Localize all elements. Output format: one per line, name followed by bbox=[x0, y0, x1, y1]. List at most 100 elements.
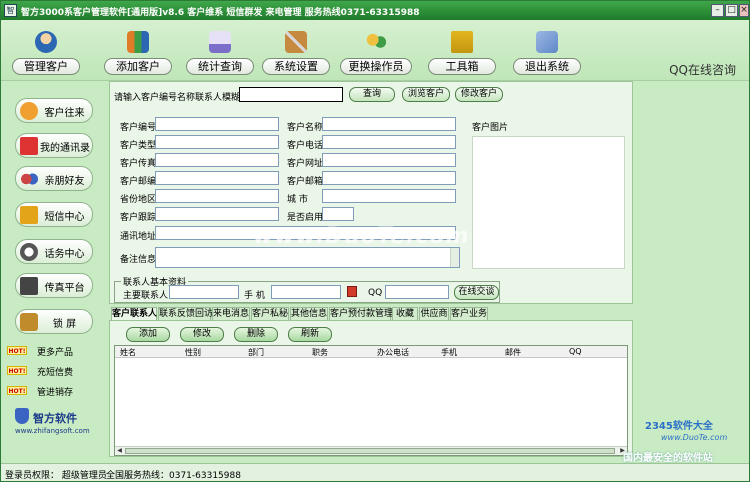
sms-icon[interactable] bbox=[347, 286, 357, 297]
mobile-field[interactable] bbox=[271, 285, 341, 299]
tab-favorites[interactable]: 收藏 bbox=[392, 307, 418, 320]
province-field[interactable] bbox=[155, 189, 279, 203]
sidebar-item-sms-center[interactable]: 短信中心 bbox=[15, 202, 93, 227]
tab-suppliers[interactable]: 供应商 bbox=[419, 307, 449, 320]
inventory-link[interactable]: 管进销存 bbox=[37, 385, 73, 398]
sidebar-item-label: 亲朋好友 bbox=[44, 176, 85, 187]
customer-id-label: 客户编号 bbox=[120, 123, 157, 133]
delete-button[interactable]: 删除 bbox=[234, 327, 278, 342]
toolbar-settings[interactable]: 系统设置 bbox=[260, 20, 332, 78]
customer-id-field[interactable] bbox=[155, 117, 279, 131]
table-horizontal-scrollbar[interactable]: ◀ ▶ bbox=[115, 446, 627, 455]
qq-online-link[interactable]: QQ在线咨询 bbox=[669, 61, 736, 78]
recharge-sms-link[interactable]: 充短信费 bbox=[37, 365, 73, 378]
customer-email-field[interactable] bbox=[322, 171, 456, 185]
close-button[interactable]: × bbox=[739, 4, 749, 17]
online-chat-button[interactable]: 在线交谈 bbox=[454, 285, 499, 300]
hot-badge: HOT! bbox=[7, 366, 27, 375]
toolbar-exit[interactable]: 退出系统 bbox=[511, 20, 583, 78]
toolbar-manage-customers[interactable]: 管理客户 bbox=[10, 20, 82, 78]
app-icon: 智 bbox=[4, 4, 17, 17]
notes-scrollbar[interactable] bbox=[450, 248, 459, 267]
toolbar-toolbox[interactable]: 工具箱 bbox=[426, 20, 498, 78]
hot-badge: HOT! bbox=[7, 346, 27, 355]
customer-fax-field[interactable] bbox=[155, 153, 279, 167]
tab-feedback[interactable]: 联系反馈回访 bbox=[158, 307, 213, 320]
app-window: 智 智方3000系客户管理软件[通用版]v8.6 客户维系 短信群发 来电管理 … bbox=[0, 0, 750, 482]
column-header[interactable]: QQ bbox=[569, 347, 582, 356]
mail-icon bbox=[20, 206, 38, 224]
tab-customer-contacts[interactable]: 客户联系人 bbox=[111, 307, 157, 321]
city-field[interactable] bbox=[322, 189, 456, 203]
notes-textarea[interactable] bbox=[155, 247, 460, 268]
tab-strip: 客户联系人 联系反馈回访 来电消息 客户私秘 其他信息 客户预付款管理 收藏 供… bbox=[109, 307, 633, 321]
sidebar-item-address-book[interactable]: 我的通讯录 bbox=[15, 133, 93, 158]
sidebar-item-label: 客户往来 bbox=[44, 108, 85, 119]
customer-name-label: 客户名称 bbox=[287, 123, 324, 133]
column-header[interactable]: 手机 bbox=[441, 347, 457, 358]
friends-icon bbox=[20, 170, 38, 188]
badge-title: 2345软件大全 bbox=[645, 421, 713, 432]
brand-name: 智方软件 bbox=[33, 412, 77, 425]
tab-incoming-calls[interactable]: 来电消息 bbox=[212, 307, 250, 320]
search-button[interactable]: 查询 bbox=[349, 87, 395, 102]
customer-type-field[interactable] bbox=[155, 135, 279, 149]
edit-button[interactable]: 修改 bbox=[180, 327, 224, 342]
enabled-field[interactable] bbox=[322, 207, 354, 221]
qq-label: QQ bbox=[368, 288, 383, 298]
column-header[interactable]: 办公电话 bbox=[377, 347, 409, 358]
qq-field[interactable] bbox=[385, 285, 449, 299]
toolbar-label: 更换操作员 bbox=[340, 58, 412, 75]
maximize-button[interactable]: □ bbox=[725, 4, 738, 17]
scroll-left-icon[interactable]: ◀ bbox=[115, 447, 124, 455]
customer-photo[interactable] bbox=[472, 136, 625, 269]
customer-zip-field[interactable] bbox=[155, 171, 279, 185]
minimize-button[interactable]: – bbox=[711, 4, 724, 17]
toolbar-add-customer[interactable]: 添加客户 bbox=[102, 20, 174, 78]
search-input[interactable] bbox=[239, 87, 343, 102]
more-products-link[interactable]: 更多产品 bbox=[37, 345, 73, 358]
customer-phone-field[interactable] bbox=[322, 135, 456, 149]
customer-tracking-field[interactable] bbox=[155, 207, 279, 221]
tab-business[interactable]: 客户业务 bbox=[450, 307, 488, 320]
toolbar-label: 添加客户 bbox=[104, 58, 172, 75]
toolbar-statistics[interactable]: 统计查询 bbox=[184, 20, 256, 78]
column-header[interactable]: 邮件 bbox=[505, 347, 521, 358]
customer-name-field[interactable] bbox=[322, 117, 456, 131]
column-header[interactable]: 姓名 bbox=[120, 347, 136, 358]
badge-url: www.DuoTe.com bbox=[661, 433, 728, 442]
customer-website-field[interactable] bbox=[322, 153, 456, 167]
scrollbar-thumb[interactable] bbox=[125, 448, 615, 454]
browse-customers-button[interactable]: 浏览客户 bbox=[402, 87, 450, 102]
brand-logo: 智方软件 www.zhifangsoft.com bbox=[15, 406, 99, 440]
column-header[interactable]: 部门 bbox=[248, 347, 264, 358]
sidebar-item-customer-contacts[interactable]: 客户往来 bbox=[15, 98, 93, 123]
sidebar-item-fax[interactable]: 传真平台 bbox=[15, 273, 93, 298]
sidebar-item-label: 传真平台 bbox=[44, 283, 85, 294]
contacts-table[interactable]: 姓名 性别 部门 职务 办公电话 手机 邮件 QQ ◀ ▶ bbox=[114, 345, 628, 456]
column-header[interactable]: 性别 bbox=[185, 347, 201, 358]
contact-group: 联系人基本资料 主要联系人 手 机 QQ 在线交谈 bbox=[114, 275, 500, 303]
edit-customer-button[interactable]: 修改客户 bbox=[455, 87, 503, 102]
customer-tracking-label: 客户跟踪 bbox=[120, 213, 157, 223]
toolbox-icon bbox=[451, 31, 473, 53]
sidebar-item-friends[interactable]: 亲朋好友 bbox=[15, 166, 93, 191]
column-header[interactable]: 职务 bbox=[312, 347, 328, 358]
main-contact-field[interactable] bbox=[169, 285, 239, 299]
toolbar-label: 退出系统 bbox=[513, 58, 581, 75]
brand-icon bbox=[15, 408, 29, 424]
hot-badge: HOT! bbox=[7, 386, 27, 395]
enabled-label: 是否启用 bbox=[287, 213, 324, 223]
customer-website-label: 客户网址 bbox=[287, 159, 324, 169]
refresh-button[interactable]: 刷新 bbox=[288, 327, 332, 342]
sidebar-item-lock-screen[interactable]: 锁 屏 bbox=[15, 309, 93, 334]
tab-other-info[interactable]: 其他信息 bbox=[290, 307, 328, 320]
toolbar-switch-operator[interactable]: 更换操作员 bbox=[338, 20, 414, 78]
tab-prepayment[interactable]: 客户预付款管理 bbox=[329, 307, 393, 320]
handshake-icon bbox=[20, 102, 38, 120]
brand-url: www.zhifangsoft.com bbox=[15, 427, 90, 435]
sidebar: 客户往来 我的通讯录 亲朋好友 短信中心 话务中心 传真平台 锁 屏 HOT! … bbox=[1, 81, 109, 461]
sidebar-item-call-center[interactable]: 话务中心 bbox=[15, 239, 93, 264]
add-button[interactable]: 添加 bbox=[126, 327, 170, 342]
tab-private[interactable]: 客户私秘 bbox=[251, 307, 289, 320]
